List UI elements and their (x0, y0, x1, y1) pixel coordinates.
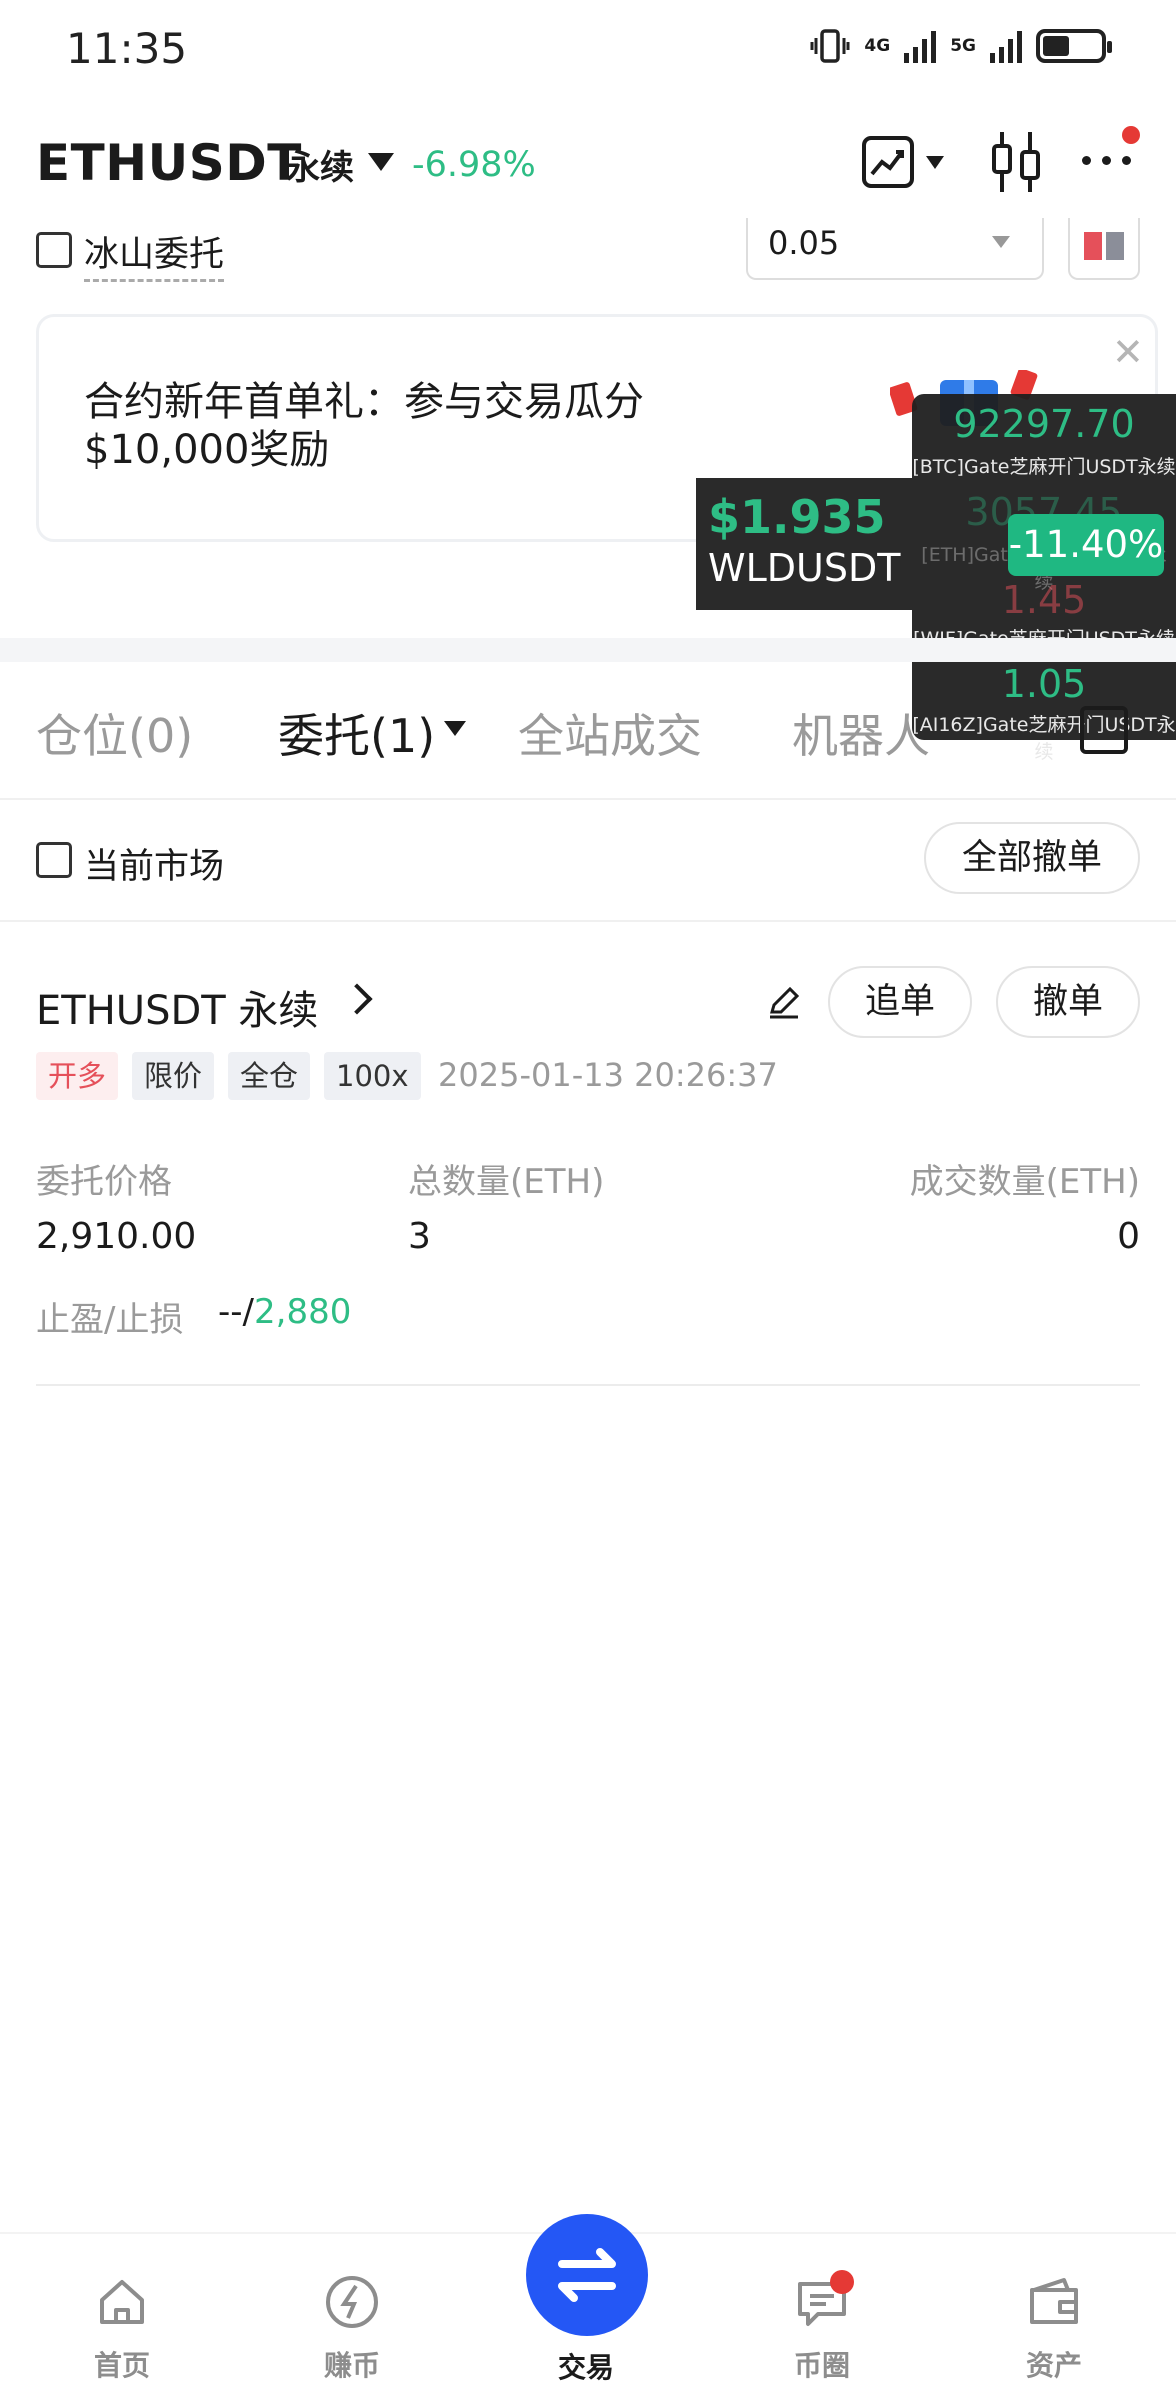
floating-main-price: $1.935 (708, 490, 886, 544)
floating-main-symbol: WLDUSDT (708, 546, 901, 590)
ticker-ai16z-price: 1.05 (1001, 662, 1087, 706)
current-market-checkbox[interactable] (36, 842, 72, 878)
notification-dot (1122, 126, 1140, 144)
tpsl-label: 止盈/止损 (36, 1300, 184, 1340)
tag-leverage: 100x (324, 1052, 421, 1100)
trade-icon (558, 2248, 616, 2302)
total-qty-value: 3 (408, 1216, 431, 1257)
iceberg-checkbox[interactable] (36, 232, 72, 268)
price-change: -6.98% (412, 145, 536, 185)
nav-home-label: 首页 (93, 2349, 150, 2382)
nav-home[interactable]: 首页 (42, 2248, 202, 2384)
chevron-right-icon[interactable] (341, 983, 373, 1015)
ticker-change-badge: -11.40% (1008, 514, 1164, 576)
ticker-btc-price: 92297.70 (953, 402, 1135, 446)
tab-orders[interactable]: 委托(1) (278, 700, 435, 766)
nav-community-label: 币圈 (793, 2349, 850, 2382)
order-price-label: 委托价格 (36, 1162, 172, 1202)
promo-line-1: 合约新年首单礼：参与交易瓜分 (84, 379, 644, 425)
iceberg-label[interactable]: 冰山委托 (84, 226, 225, 282)
nav-earn-label: 赚币 (323, 2349, 380, 2382)
orderbook-sell-icon (1084, 232, 1102, 260)
caret-down-icon[interactable] (444, 721, 466, 736)
earn-icon (326, 2276, 378, 2328)
cancel-order-button[interactable]: 撤单 (996, 966, 1140, 1038)
nav-trade[interactable] (526, 2214, 648, 2336)
orderbook-buy-icon (1106, 232, 1124, 260)
chart-icon[interactable] (862, 136, 914, 188)
promo-line-2: $10,000奖励 (84, 427, 330, 473)
divider (36, 1384, 1140, 1386)
nav-community[interactable]: 币圈 (742, 2248, 902, 2384)
order-symbol[interactable]: ETHUSDT 永续 (36, 978, 318, 1036)
divider (0, 798, 1176, 800)
tab-bots[interactable]: 机器人 (792, 700, 930, 766)
wallet-icon (1030, 2278, 1078, 2324)
caret-down-icon[interactable] (368, 153, 394, 171)
current-market-label[interactable]: 当前市场 (84, 838, 224, 889)
history-icon[interactable] (1080, 706, 1128, 754)
vibrate-icon (810, 29, 850, 63)
take-profit-value: --/ (218, 1292, 254, 1332)
notification-dot (830, 2270, 854, 2294)
order-time: 2025-01-13 20:26:37 (438, 1056, 778, 1094)
signal-icon (904, 29, 937, 63)
ticker-wif-price: 1.45 (1001, 578, 1087, 622)
tab-positions[interactable]: 仓位(0) (36, 700, 193, 766)
battery-icon (1036, 29, 1112, 63)
candlestick-icon[interactable] (988, 130, 1044, 194)
filled-qty-value: 0 (1117, 1216, 1140, 1257)
order-price-value: 2,910.00 (36, 1216, 197, 1257)
nav-earn[interactable]: 赚币 (272, 2248, 432, 2384)
contract-symbol[interactable]: ETHUSDT (36, 134, 302, 192)
divider (0, 920, 1176, 922)
tag-limit: 限价 (132, 1052, 215, 1100)
home-icon (100, 2280, 144, 2324)
status-icons: 4G 5G (810, 28, 1112, 64)
contract-type[interactable]: 永续 (286, 140, 354, 189)
signal-icon (990, 29, 1022, 63)
nav-assets[interactable]: 资产 (974, 2248, 1134, 2384)
promo-banner-text[interactable]: 合约新年首单礼：参与交易瓜分 $10,000奖励 (84, 378, 644, 474)
total-qty-label: 总数量(ETH) (408, 1162, 605, 1202)
caret-down-icon[interactable] (926, 156, 944, 169)
network-4g-label: 4G (864, 36, 891, 56)
ticker-btc-name: [BTC]Gate芝麻开门USDT永续 (912, 456, 1176, 478)
more-icon[interactable] (1082, 156, 1131, 165)
close-icon[interactable]: ✕ (1112, 330, 1144, 374)
tpsl-value: --/2,880 (218, 1292, 351, 1332)
section-divider (0, 638, 1176, 662)
nav-assets-label: 资产 (1025, 2349, 1082, 2382)
tab-market-trades[interactable]: 全站成交 (518, 700, 702, 766)
cancel-all-button[interactable]: 全部撤单 (924, 822, 1140, 894)
edit-icon[interactable] (766, 984, 802, 1020)
tag-open-long: 开多 (36, 1052, 119, 1100)
orderbook-layout-button[interactable] (1068, 218, 1140, 280)
tag-cross-margin: 全仓 (228, 1052, 311, 1100)
caret-down-icon[interactable] (992, 236, 1010, 248)
status-time: 11:35 (66, 24, 188, 73)
stop-loss-value: 2,880 (254, 1292, 352, 1332)
network-5g-label: 5G (950, 36, 976, 56)
quantity-value[interactable]: 0.05 (768, 224, 839, 262)
chase-order-button[interactable]: 追单 (828, 966, 972, 1038)
filled-qty-label: 成交数量(ETH) (909, 1162, 1140, 1202)
ticker-ai16z-name: [AI16Z]Gate芝麻开门USDT永续 (912, 714, 1176, 763)
nav-trade-label[interactable]: 交易 (506, 2346, 666, 2386)
